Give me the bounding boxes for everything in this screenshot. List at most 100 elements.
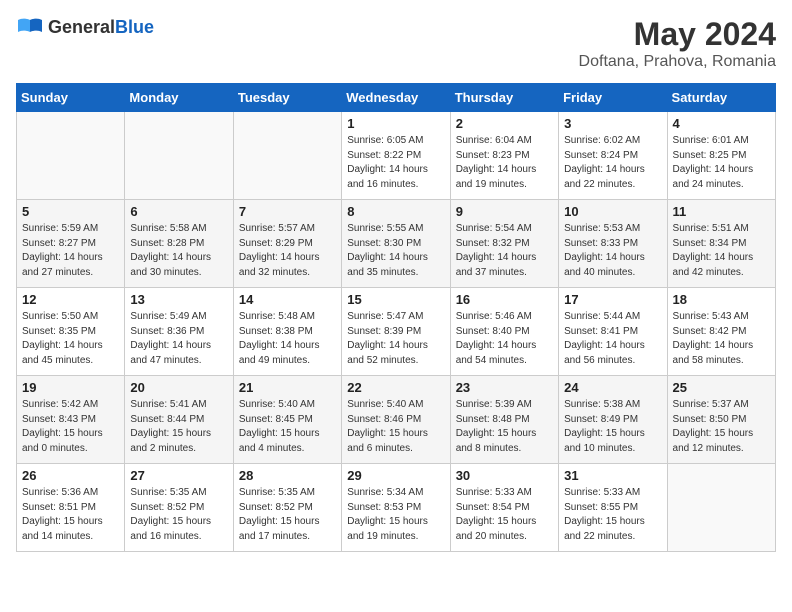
- cell-w1-d7: 4Sunrise: 6:01 AM Sunset: 8:25 PM Daylig…: [667, 112, 775, 200]
- day-number: 10: [564, 204, 661, 219]
- title-block: May 2024 Doftana, Prahova, Romania: [579, 16, 776, 71]
- day-number: 7: [239, 204, 336, 219]
- cell-w5-d1: 26Sunrise: 5:36 AM Sunset: 8:51 PM Dayli…: [17, 464, 125, 552]
- day-number: 23: [456, 380, 553, 395]
- day-number: 16: [456, 292, 553, 307]
- day-info: Sunrise: 5:40 AM Sunset: 8:45 PM Dayligh…: [239, 398, 336, 456]
- cell-w4-d2: 20 Sunrise: 5:41 AM Sunset: 8:44 PM Dayli…: [125, 376, 233, 464]
- day-info: Sunrise: 5:42 AM Sunset: 8:43 PM Dayligh…: [22, 398, 119, 456]
- col-friday: Friday: [559, 84, 667, 112]
- cell-w4-d3: 21 Sunrise: 5:40 AM Sunset: 8:45 PM Dayli…: [233, 376, 341, 464]
- day-number: 29: [347, 468, 444, 483]
- cell-w1-d5: 2Sunrise: 6:04 AM Sunset: 8:23 PM Daylig…: [450, 112, 558, 200]
- col-sunday: Sunday: [17, 84, 125, 112]
- cell-w5-d6: 31 Sunrise: 5:33 AM Sunset: 8:55 PM Dayli…: [559, 464, 667, 552]
- cell-w5-d2: 27Sunrise: 5:35 AM Sunset: 8:52 PM Dayli…: [125, 464, 233, 552]
- day-number: 17: [564, 292, 661, 307]
- page-header: GeneralBlue May 2024 Doftana, Prahova, R…: [16, 16, 776, 71]
- day-number: 15: [347, 292, 444, 307]
- week-row-2: 5Sunrise: 5:59 AM Sunset: 8:27 PM Daylig…: [17, 200, 776, 288]
- day-info: Sunrise: 5:38 AM Sunset: 8:49 PM Dayligh…: [564, 398, 661, 456]
- cell-w4-d7: 25 Sunrise: 5:37 AM Sunset: 8:50 PM Dayli…: [667, 376, 775, 464]
- cell-w4-d6: 24 Sunrise: 5:38 AM Sunset: 8:49 PM Dayli…: [559, 376, 667, 464]
- cell-w2-d1: 5Sunrise: 5:59 AM Sunset: 8:27 PM Daylig…: [17, 200, 125, 288]
- day-info: Sunrise: 5:34 AM Sunset: 8:53 PM Dayligh…: [347, 486, 444, 544]
- day-info: Sunrise: 5:53 AM Sunset: 8:33 PM Dayligh…: [564, 222, 661, 280]
- day-info: Sunrise: 5:41 AM Sunset: 8:44 PM Dayligh…: [130, 398, 227, 456]
- day-number: 21: [239, 380, 336, 395]
- day-info: Sunrise: 5:35 AM Sunset: 8:52 PM Dayligh…: [239, 486, 336, 544]
- cell-w2-d7: 11 Sunrise: 5:51 AM Sunset: 8:34 PM Dayli…: [667, 200, 775, 288]
- cell-w2-d5: 9 Sunrise: 5:54 AM Sunset: 8:32 PM Daylig…: [450, 200, 558, 288]
- logo-text: GeneralBlue: [48, 17, 154, 38]
- day-info: Sunrise: 5:44 AM Sunset: 8:41 PM Dayligh…: [564, 310, 661, 368]
- day-number: 11: [673, 204, 770, 219]
- cell-w3-d7: 18 Sunrise: 5:43 AM Sunset: 8:42 PM Dayli…: [667, 288, 775, 376]
- day-info: Sunrise: 5:39 AM Sunset: 8:48 PM Dayligh…: [456, 398, 553, 456]
- day-number: 22: [347, 380, 444, 395]
- cell-w4-d4: 22 Sunrise: 5:40 AM Sunset: 8:46 PM Dayli…: [342, 376, 450, 464]
- day-number: 18: [673, 292, 770, 307]
- cell-w4-d1: 19 Sunrise: 5:42 AM Sunset: 8:43 PM Dayli…: [17, 376, 125, 464]
- day-info: Sunrise: 5:50 AM Sunset: 8:35 PM Dayligh…: [22, 310, 119, 368]
- logo-blue: Blue: [115, 17, 154, 37]
- day-info: Sunrise: 5:54 AM Sunset: 8:32 PM Dayligh…: [456, 222, 553, 280]
- cell-w3-d6: 17 Sunrise: 5:44 AM Sunset: 8:41 PM Dayli…: [559, 288, 667, 376]
- cell-w1-d4: 1Sunrise: 6:05 AM Sunset: 8:22 PM Daylig…: [342, 112, 450, 200]
- day-number: 3: [564, 116, 661, 131]
- day-info: Sunrise: 5:46 AM Sunset: 8:40 PM Dayligh…: [456, 310, 553, 368]
- day-info: Sunrise: 6:02 AM Sunset: 8:24 PM Dayligh…: [564, 134, 661, 192]
- col-tuesday: Tuesday: [233, 84, 341, 112]
- logo: GeneralBlue: [16, 16, 154, 38]
- cell-w3-d1: 12 Sunrise: 5:50 AM Sunset: 8:35 PM Dayli…: [17, 288, 125, 376]
- day-number: 12: [22, 292, 119, 307]
- col-thursday: Thursday: [450, 84, 558, 112]
- day-number: 9: [456, 204, 553, 219]
- day-info: Sunrise: 5:43 AM Sunset: 8:42 PM Dayligh…: [673, 310, 770, 368]
- cell-w1-d1: [17, 112, 125, 200]
- location-subtitle: Doftana, Prahova, Romania: [579, 53, 776, 71]
- cell-w2-d2: 6Sunrise: 5:58 AM Sunset: 8:28 PM Daylig…: [125, 200, 233, 288]
- day-number: 20: [130, 380, 227, 395]
- cell-w2-d4: 8 Sunrise: 5:55 AM Sunset: 8:30 PM Daylig…: [342, 200, 450, 288]
- cell-w5-d3: 28 Sunrise: 5:35 AM Sunset: 8:52 PM Dayli…: [233, 464, 341, 552]
- cell-w2-d6: 10 Sunrise: 5:53 AM Sunset: 8:33 PM Dayli…: [559, 200, 667, 288]
- day-info: Sunrise: 5:48 AM Sunset: 8:38 PM Dayligh…: [239, 310, 336, 368]
- cell-w3-d3: 14Sunrise: 5:48 AM Sunset: 8:38 PM Dayli…: [233, 288, 341, 376]
- day-number: 8: [347, 204, 444, 219]
- day-number: 4: [673, 116, 770, 131]
- cell-w1-d3: [233, 112, 341, 200]
- day-info: Sunrise: 5:40 AM Sunset: 8:46 PM Dayligh…: [347, 398, 444, 456]
- cell-w5-d5: 30 Sunrise: 5:33 AM Sunset: 8:54 PM Dayli…: [450, 464, 558, 552]
- day-info: Sunrise: 5:57 AM Sunset: 8:29 PM Dayligh…: [239, 222, 336, 280]
- day-info: Sunrise: 5:51 AM Sunset: 8:34 PM Dayligh…: [673, 222, 770, 280]
- day-number: 27: [130, 468, 227, 483]
- day-number: 31: [564, 468, 661, 483]
- day-info: Sunrise: 6:04 AM Sunset: 8:23 PM Dayligh…: [456, 134, 553, 192]
- cell-w1-d2: [125, 112, 233, 200]
- logo-icon: [16, 16, 44, 38]
- day-number: 19: [22, 380, 119, 395]
- day-number: 30: [456, 468, 553, 483]
- week-row-1: 1Sunrise: 6:05 AM Sunset: 8:22 PM Daylig…: [17, 112, 776, 200]
- col-monday: Monday: [125, 84, 233, 112]
- day-info: Sunrise: 5:49 AM Sunset: 8:36 PM Dayligh…: [130, 310, 227, 368]
- day-number: 1: [347, 116, 444, 131]
- month-year-title: May 2024: [579, 16, 776, 53]
- day-number: 25: [673, 380, 770, 395]
- day-info: Sunrise: 5:55 AM Sunset: 8:30 PM Dayligh…: [347, 222, 444, 280]
- cell-w3-d4: 15Sunrise: 5:47 AM Sunset: 8:39 PM Dayli…: [342, 288, 450, 376]
- day-info: Sunrise: 5:37 AM Sunset: 8:50 PM Dayligh…: [673, 398, 770, 456]
- cell-w4-d5: 23 Sunrise: 5:39 AM Sunset: 8:48 PM Dayli…: [450, 376, 558, 464]
- day-info: Sunrise: 5:33 AM Sunset: 8:54 PM Dayligh…: [456, 486, 553, 544]
- col-saturday: Saturday: [667, 84, 775, 112]
- day-number: 24: [564, 380, 661, 395]
- day-number: 28: [239, 468, 336, 483]
- day-number: 5: [22, 204, 119, 219]
- col-wednesday: Wednesday: [342, 84, 450, 112]
- calendar-table: Sunday Monday Tuesday Wednesday Thursday…: [16, 83, 776, 552]
- day-info: Sunrise: 5:33 AM Sunset: 8:55 PM Dayligh…: [564, 486, 661, 544]
- week-row-3: 12 Sunrise: 5:50 AM Sunset: 8:35 PM Dayli…: [17, 288, 776, 376]
- week-row-5: 26Sunrise: 5:36 AM Sunset: 8:51 PM Dayli…: [17, 464, 776, 552]
- cell-w2-d3: 7 Sunrise: 5:57 AM Sunset: 8:29 PM Daylig…: [233, 200, 341, 288]
